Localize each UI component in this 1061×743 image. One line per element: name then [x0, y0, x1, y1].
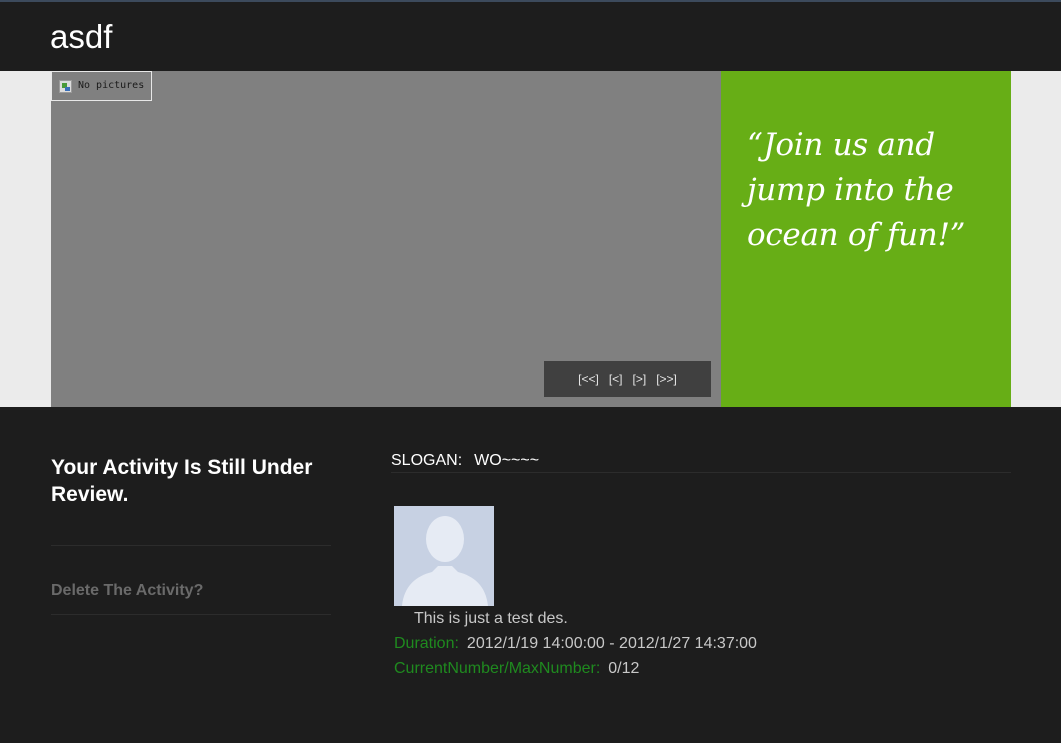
next-slide-button[interactable]: [>] — [633, 372, 647, 386]
prev-slide-button[interactable]: [<] — [609, 372, 623, 386]
last-slide-button[interactable]: [>>] — [656, 372, 677, 386]
promo-quote: “Join us and jump into the ocean of fun!… — [747, 127, 966, 253]
default-avatar-icon — [394, 506, 494, 606]
participants-label: CurrentNumber/MaxNumber: — [394, 660, 601, 677]
slogan-label: SLOGAN: — [391, 452, 463, 469]
picture-slider: No pictures [<<] [<] [>] [>>] — [51, 71, 721, 407]
broken-image-icon — [59, 80, 72, 93]
slider-pager: [<<] [<] [>] [>>] — [544, 361, 711, 397]
sidebar-divider — [51, 545, 331, 546]
promo-box: “Join us and jump into the ocean of fun!… — [721, 71, 1011, 407]
duration-label: Duration: — [394, 635, 459, 652]
duration-value: 2012/1/19 14:00:00 - 2012/1/27 14:37:00 — [466, 635, 757, 652]
sidebar-divider — [51, 614, 331, 615]
participants-row: CurrentNumber/MaxNumber: 0/12 — [394, 660, 639, 678]
slogan-value: WO~~~~ — [474, 452, 540, 469]
no-picture-placeholder: No pictures — [51, 71, 152, 101]
review-status-heading: Your Activity Is Still Under Review. — [51, 456, 313, 506]
first-slide-button[interactable]: [<<] — [578, 372, 599, 386]
slogan-line: SLOGAN: WO~~~~ — [391, 452, 539, 470]
participants-value: 0/12 — [608, 660, 640, 677]
details-divider — [391, 472, 1011, 473]
no-picture-text: No pictures — [78, 80, 145, 91]
site-title[interactable]: asdf — [50, 18, 112, 56]
delete-activity-link[interactable]: Delete The Activity? — [51, 582, 203, 600]
site-header: asdf — [0, 2, 1061, 71]
activity-description: This is just a test des. — [414, 610, 568, 627]
duration-row: Duration: 2012/1/19 14:00:00 - 2012/1/27 … — [394, 635, 757, 653]
